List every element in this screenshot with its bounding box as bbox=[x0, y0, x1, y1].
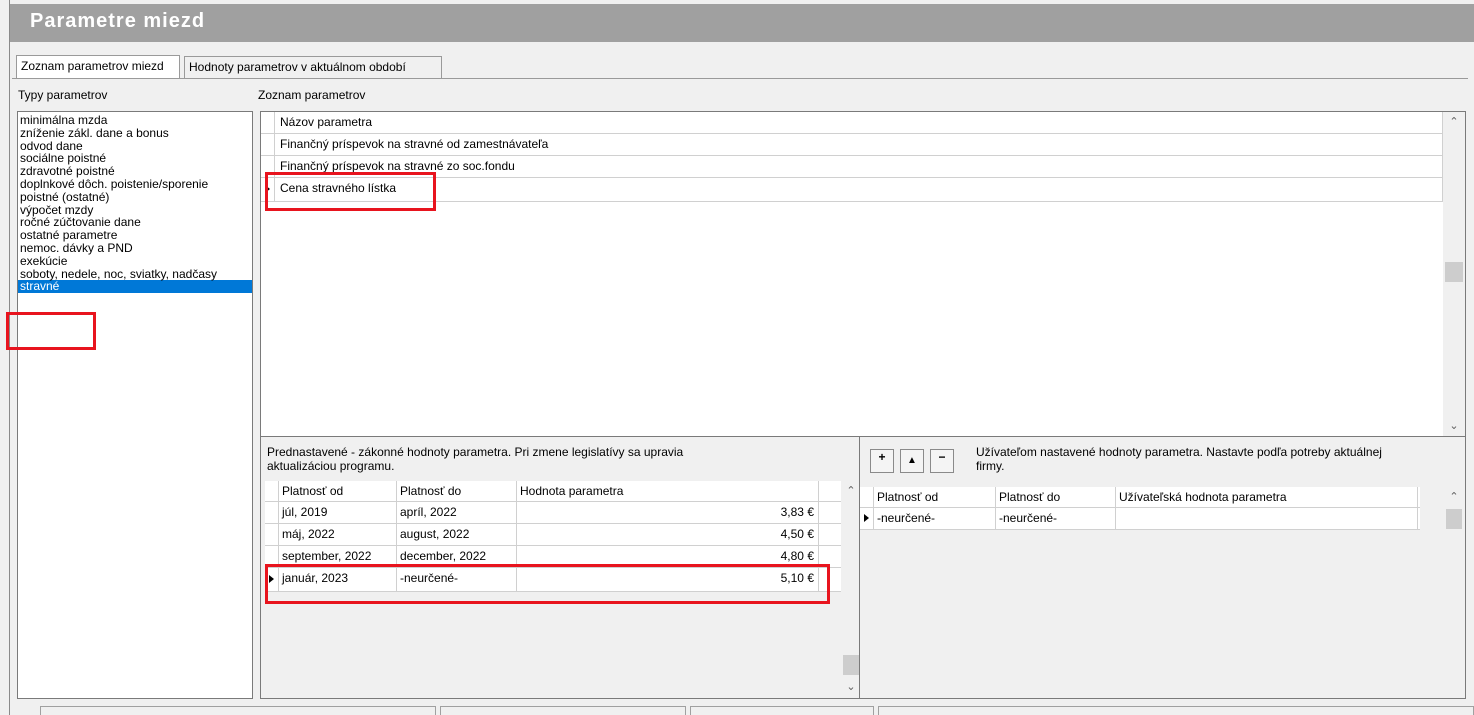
column-header-platnost-do[interactable]: Platnosť do bbox=[996, 487, 1116, 507]
highlight-box-cena bbox=[265, 172, 436, 211]
move-up-button[interactable]: ▲ bbox=[900, 449, 924, 473]
user-value-cell bbox=[1116, 508, 1418, 529]
type-item[interactable]: minimálna mzda bbox=[18, 114, 252, 127]
scroll-thumb[interactable] bbox=[1446, 509, 1462, 529]
value-cell: 4,50 € bbox=[517, 524, 819, 545]
scroll-down-icon[interactable]: ⌄ bbox=[1443, 418, 1465, 434]
column-header-platnost-do[interactable]: Platnosť do bbox=[397, 481, 517, 501]
user-values-scrollbar[interactable]: ⌃ bbox=[1444, 487, 1464, 697]
tab-divider bbox=[12, 78, 1468, 79]
default-values-description: Prednastavené - zákonné hodnoty parametr… bbox=[267, 445, 684, 473]
valid-from-cell: júl, 2019 bbox=[279, 502, 397, 523]
value-cell: 3,83 € bbox=[517, 502, 819, 523]
user-values-area: + ▲ − Užívateľom nastavené hodnoty param… bbox=[860, 437, 1466, 699]
types-panel-label: Typy parametrov bbox=[18, 88, 108, 102]
tab-hodnoty-parametrov[interactable]: Hodnoty parametrov v aktuálnom období bbox=[184, 56, 442, 78]
remove-button[interactable]: − bbox=[930, 449, 954, 473]
column-header-platnost-od[interactable]: Platnosť od bbox=[874, 487, 996, 507]
param-name-cell: Finančný príspevok na stravné od zamestn… bbox=[277, 134, 1443, 155]
valid-to-cell: august, 2022 bbox=[397, 524, 517, 545]
scroll-up-icon[interactable]: ⌃ bbox=[841, 483, 859, 499]
type-item-selected[interactable]: stravné bbox=[18, 280, 252, 294]
default-value-row[interactable]: júl, 2019 apríl, 2022 3,83 € bbox=[265, 502, 841, 524]
type-item[interactable]: nemoc. dávky a PND bbox=[18, 242, 252, 255]
highlight-box-januar-2023 bbox=[265, 564, 830, 604]
default-value-row[interactable]: máj, 2022 august, 2022 4,50 € bbox=[265, 524, 841, 546]
status-bar-segment bbox=[40, 706, 436, 715]
scroll-thumb[interactable] bbox=[1445, 262, 1463, 282]
params-row[interactable]: Finančný príspevok na stravné zo soc.fon… bbox=[261, 156, 1443, 178]
params-row-current[interactable]: Cena stravného lístka bbox=[261, 178, 1443, 202]
type-item[interactable]: poistné (ostatné) bbox=[18, 190, 252, 204]
scroll-thumb[interactable] bbox=[843, 655, 859, 675]
params-grid[interactable]: Názov parametra Finančný príspevok na st… bbox=[260, 111, 1466, 437]
user-value-row-current[interactable]: -neurčené- -neurčené- bbox=[860, 508, 1420, 530]
valid-to-cell: apríl, 2022 bbox=[397, 502, 517, 523]
params-scrollbar[interactable]: ⌃ ⌄ bbox=[1443, 112, 1465, 436]
column-header-hodnota[interactable]: Hodnota parametra bbox=[517, 481, 819, 501]
tab-zoznam-parametrov[interactable]: Zoznam parametrov miezd bbox=[16, 55, 180, 79]
status-bar-segment bbox=[440, 706, 686, 715]
type-item[interactable]: doplnkové dôch. poistenie/sporenie bbox=[18, 178, 252, 191]
add-button[interactable]: + bbox=[870, 449, 894, 473]
default-values-scrollbar[interactable]: ⌃ ⌄ bbox=[841, 481, 859, 697]
column-header-nazov[interactable]: Názov parametra bbox=[277, 112, 1443, 133]
user-values-description: Užívateľom nastavené hodnoty parametra. … bbox=[976, 445, 1382, 473]
status-bar-segment bbox=[878, 706, 1474, 715]
highlight-box-stravne bbox=[6, 312, 96, 350]
user-values-grid[interactable]: Platnosť od Platnosť do Užívateľská hodn… bbox=[860, 487, 1420, 697]
current-row-arrow-icon bbox=[864, 514, 869, 522]
column-header-uzivatelska-hodnota[interactable]: Užívateľská hodnota parametra bbox=[1116, 487, 1418, 507]
column-header-platnost-od[interactable]: Platnosť od bbox=[279, 481, 397, 501]
scroll-up-icon[interactable]: ⌃ bbox=[1443, 114, 1465, 130]
scroll-down-icon[interactable]: ⌄ bbox=[841, 679, 859, 695]
window-title: Parametre miezd bbox=[10, 4, 1474, 42]
status-bar-segment bbox=[690, 706, 874, 715]
params-row[interactable]: Finančný príspevok na stravné od zamestn… bbox=[261, 134, 1443, 156]
types-list[interactable]: minimálna mzda zníženie zákl. dane a bon… bbox=[17, 111, 253, 699]
valid-from-cell: -neurčené- bbox=[874, 508, 996, 529]
params-panel-label: Zoznam parametrov bbox=[258, 88, 366, 102]
param-name-cell: Finančný príspevok na stravné zo soc.fon… bbox=[277, 156, 1443, 177]
valid-to-cell: -neurčené- bbox=[996, 508, 1116, 529]
type-item[interactable]: exekúcie bbox=[18, 254, 252, 268]
type-item[interactable]: zníženie zákl. dane a bonus bbox=[18, 126, 252, 140]
scroll-up-icon[interactable]: ⌃ bbox=[1444, 489, 1464, 505]
param-name-cell: Cena stravného lístka bbox=[277, 178, 1443, 201]
user-header-row: Platnosť od Platnosť do Užívateľská hodn… bbox=[860, 487, 1420, 508]
window-frame-left bbox=[0, 0, 10, 715]
valid-from-cell: máj, 2022 bbox=[279, 524, 397, 545]
default-header-row: Platnosť od Platnosť do Hodnota parametr… bbox=[265, 481, 841, 502]
params-header-row: Názov parametra bbox=[261, 112, 1443, 134]
